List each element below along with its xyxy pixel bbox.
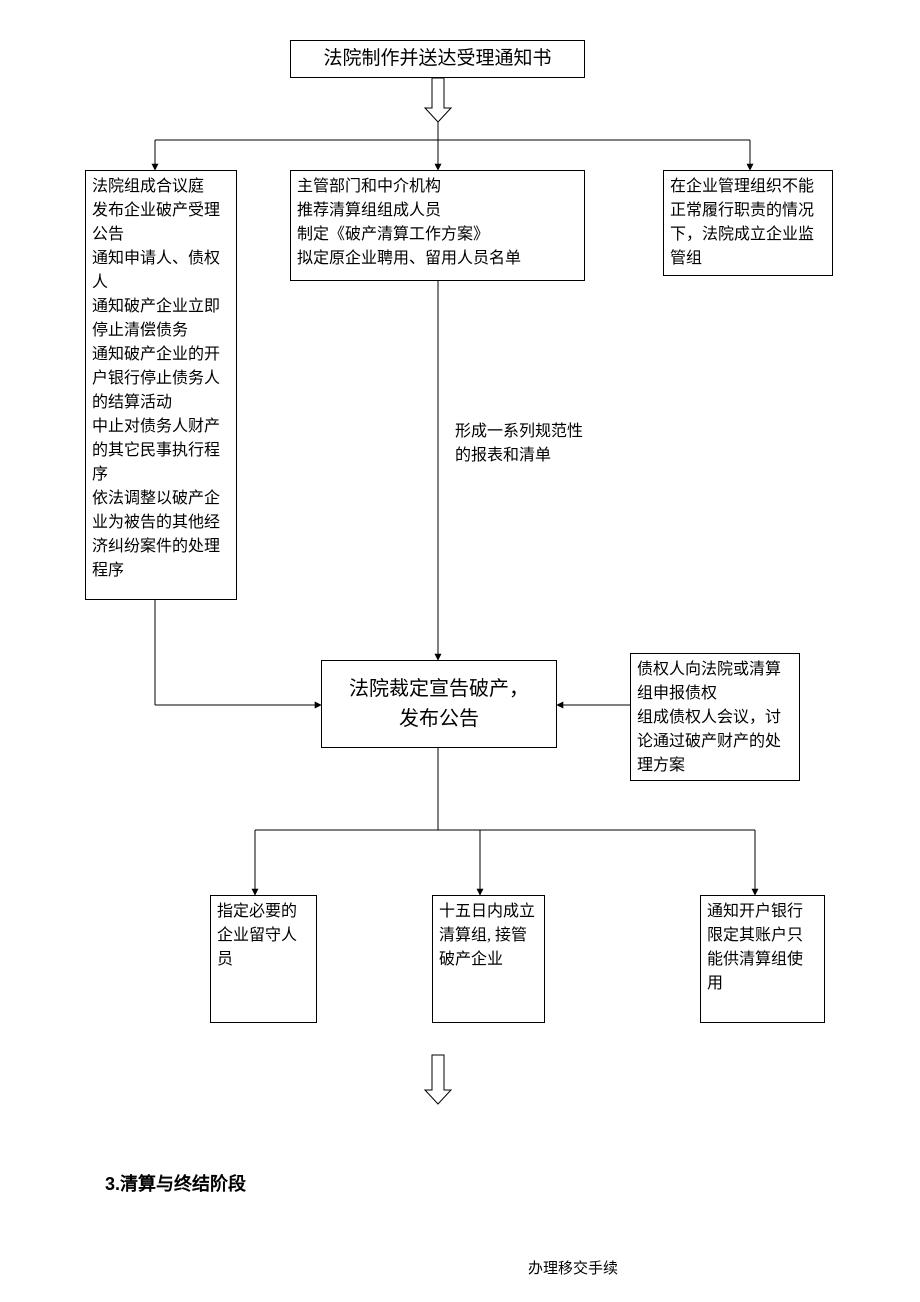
text-liquidation-team: 十五日内成立清算组, 接管破产企业	[439, 903, 535, 968]
label-form-reports: 形成一系列规范性的报表和清单	[455, 420, 595, 468]
box-retain-staff: 指定必要的企业留守人员	[210, 895, 317, 1023]
box-declare-bankruptcy: 法院裁定宣告破产， 发布公告	[321, 660, 557, 748]
box-creditors: 债权人向法院或清算组申报债权 组成债权人会议，讨论通过破产财产的处理方案	[630, 653, 800, 781]
text-supervision-group: 在企业管理组织不能正常履行职责的情况下，法院成立企业监管组	[670, 178, 814, 267]
box-supervision-group: 在企业管理组织不能正常履行职责的情况下，法院成立企业监管组	[663, 170, 833, 276]
text-retain-staff: 指定必要的企业留守人员	[217, 903, 297, 968]
text-creditors: 债权人向法院或清算组申报债权 组成债权人会议，讨论通过破产财产的处理方案	[637, 661, 781, 774]
label-transfer-procedures: 办理移交手续	[528, 1258, 618, 1281]
box-supervisor-actions: 主管部门和中介机构 推荐清算组组成人员 制定《破产清算工作方案》 拟定原企业聘用…	[290, 170, 585, 281]
text-heading-stage-3: 3.清算与终结阶段	[105, 1174, 246, 1194]
box-court-actions: 法院组成合议庭 发布企业破产受理公告 通知申请人、债权人 通知破产企业立即停止清…	[85, 170, 237, 600]
box-court-notice: 法院制作并送达受理通知书	[290, 40, 585, 78]
text-bank-restrict: 通知开户银行限定其账户只能供清算组使用	[707, 903, 803, 992]
box-bank-restrict: 通知开户银行限定其账户只能供清算组使用	[700, 895, 825, 1023]
text-transfer-procedures: 办理移交手续	[528, 1261, 618, 1277]
box-liquidation-team: 十五日内成立清算组, 接管破产企业	[432, 895, 545, 1023]
heading-stage-3: 3.清算与终结阶段	[105, 1170, 246, 1196]
text-form-reports: 形成一系列规范性的报表和清单	[455, 423, 583, 464]
text-supervisor-actions: 主管部门和中介机构 推荐清算组组成人员 制定《破产清算工作方案》 拟定原企业聘用…	[297, 178, 521, 267]
text-declare-bankruptcy: 法院裁定宣告破产， 发布公告	[349, 674, 529, 734]
text-court-actions: 法院组成合议庭 发布企业破产受理公告 通知申请人、债权人 通知破产企业立即停止清…	[92, 178, 220, 579]
text-court-notice: 法院制作并送达受理通知书	[323, 48, 551, 69]
